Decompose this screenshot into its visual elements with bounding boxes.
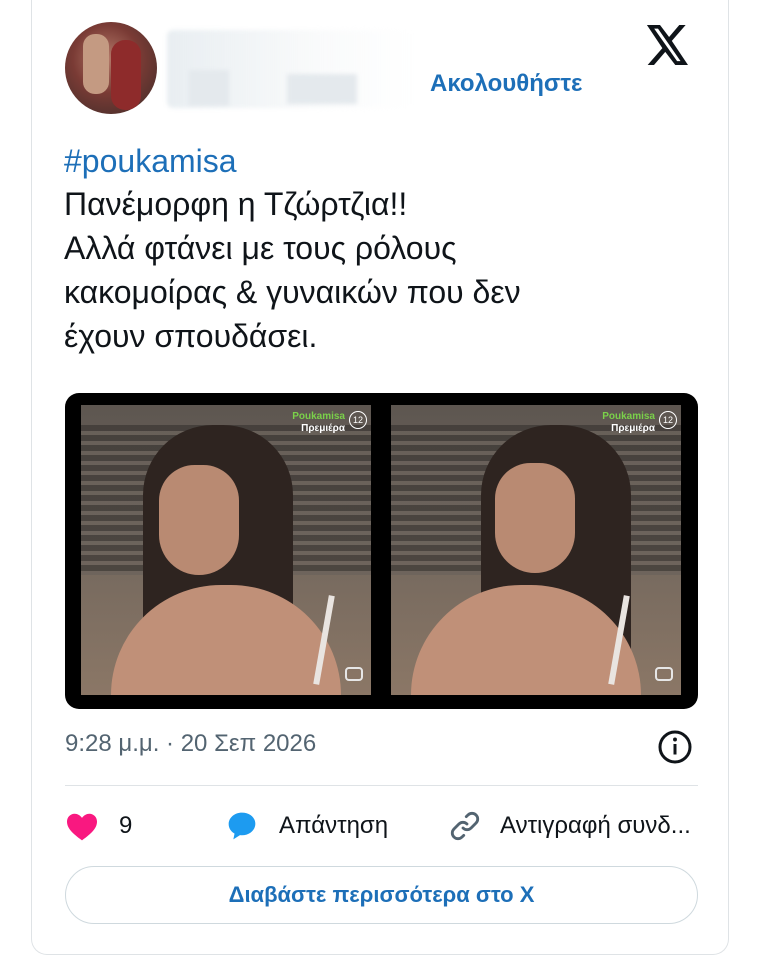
link-icon (450, 811, 480, 841)
captions-icon (655, 667, 673, 681)
avatar[interactable] (65, 22, 157, 114)
x-logo-icon[interactable] (646, 25, 690, 65)
info-icon[interactable] (657, 729, 693, 765)
action-bar: 9 Απάντηση Αντιγραφή συνδ... (65, 806, 705, 846)
copy-link-label: Αντιγραφή συνδ... (500, 812, 691, 839)
tweet-line: Αλλά φτάνει με τους ρόλους (64, 230, 457, 266)
divider (65, 785, 698, 786)
rating-badge: 12 (659, 411, 677, 429)
tweet-line: κακομοίρας & γυναικών που δεν (64, 274, 521, 310)
tweet-text: #poukamisa Πανέμορφη η Τζώρτζια!! Αλλά φ… (64, 140, 704, 358)
reply-bubble-icon (228, 812, 256, 840)
blurred-username (167, 30, 412, 108)
avatar-figure (111, 40, 141, 110)
tweet-line: Πανέμορφη η Τζώρτζια!! (64, 186, 408, 222)
media-frame-right: Poukamisa Πρεμιέρα 12 (391, 405, 681, 695)
hashtag-link[interactable]: #poukamisa (64, 140, 704, 182)
tweet-timestamp[interactable]: 9:28 μ.μ. · 20 Σεπ 2026 (65, 730, 316, 758)
follow-button[interactable]: Ακολουθήστε (430, 70, 582, 98)
tweet-media[interactable]: Poukamisa Πρεμιέρα 12 Poukamisa Πρεμιέρα… (65, 393, 698, 709)
like-button[interactable]: 9 (65, 806, 132, 846)
reply-label: Απάντηση (279, 812, 389, 839)
like-count: 9 (119, 812, 133, 839)
tweet-card: Ακολουθήστε #poukamisa Πανέμορφη η Τζώρτ… (31, 0, 729, 955)
reply-button[interactable]: Απάντηση (225, 806, 388, 846)
rating-badge: 12 (349, 411, 367, 429)
read-more-button[interactable]: Διαβάστε περισσότερα στο X (65, 866, 698, 924)
tweet-line: έχουν σπουδάσει. (64, 318, 318, 354)
media-frame-left: Poukamisa Πρεμιέρα 12 (81, 405, 371, 695)
captions-icon (345, 667, 363, 681)
media-watermark: Poukamisa Πρεμιέρα (602, 411, 655, 434)
copy-link-button[interactable]: Αντιγραφή συνδ... (448, 806, 691, 846)
avatar-figure (83, 34, 109, 94)
media-watermark: Poukamisa Πρεμιέρα (292, 411, 345, 434)
heart-icon (67, 813, 97, 841)
